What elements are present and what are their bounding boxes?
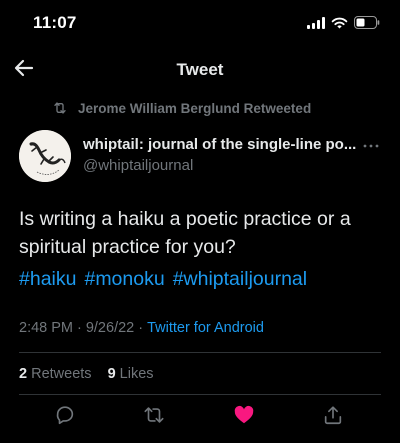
meta-separator: · [77, 320, 82, 336]
cellular-signal-icon [307, 16, 325, 29]
retweets-count: 2 [19, 366, 28, 382]
retweets-stat[interactable]: 2 Retweets [19, 366, 92, 382]
status-bar: 11:07 [0, 0, 400, 46]
hashtags: #haiku #monoku #whiptailjournal [19, 268, 307, 291]
tweet-stats: 2 Retweets 9 Likes [19, 366, 154, 382]
page-title: Tweet [176, 60, 224, 79]
tweet-action-bar [0, 400, 400, 430]
likes-count: 9 [107, 366, 116, 382]
hashtag-link[interactable]: #monoku [84, 268, 164, 291]
tweet-source-link[interactable]: Twitter for Android [147, 320, 264, 336]
heart-icon[interactable] [233, 404, 255, 426]
status-icons [307, 16, 380, 29]
retweet-context[interactable]: Jerome William Berglund Retweeted [52, 100, 311, 116]
author-name[interactable]: whiptail: journal of the single-line po.… [83, 136, 356, 153]
more-icon[interactable] [362, 137, 380, 155]
nav-bar: Tweet [0, 50, 400, 88]
retweet-icon[interactable] [143, 404, 165, 426]
hashtag-link[interactable]: #haiku [19, 268, 76, 291]
tweet-meta: 2:48 PM · 9/26/22 · Twitter for Android [19, 320, 264, 336]
divider [19, 394, 381, 395]
whiptail-logo-icon [19, 130, 71, 182]
likes-stat[interactable]: 9 Likes [108, 366, 154, 382]
battery-icon [354, 16, 380, 29]
status-time: 11:07 [33, 13, 77, 32]
wifi-icon [331, 17, 348, 28]
retweets-label: Retweets [31, 366, 92, 382]
likes-label: Likes [119, 366, 154, 382]
retweet-icon [54, 102, 66, 114]
author-handle[interactable]: @whiptailjournal [83, 157, 193, 174]
divider [19, 352, 381, 353]
reply-icon[interactable] [54, 404, 76, 426]
tweet-time: 2:48 PM [19, 320, 73, 336]
retweet-context-label: Jerome William Berglund Retweeted [78, 100, 312, 116]
share-icon[interactable] [322, 404, 344, 426]
tweet-text: Is writing a haiku a poetic practice or … [19, 208, 351, 258]
meta-separator: · [138, 320, 144, 336]
avatar[interactable] [19, 130, 71, 182]
tweet-date: 9/26/22 [85, 320, 135, 336]
hashtag-link[interactable]: #whiptailjournal [173, 268, 307, 291]
